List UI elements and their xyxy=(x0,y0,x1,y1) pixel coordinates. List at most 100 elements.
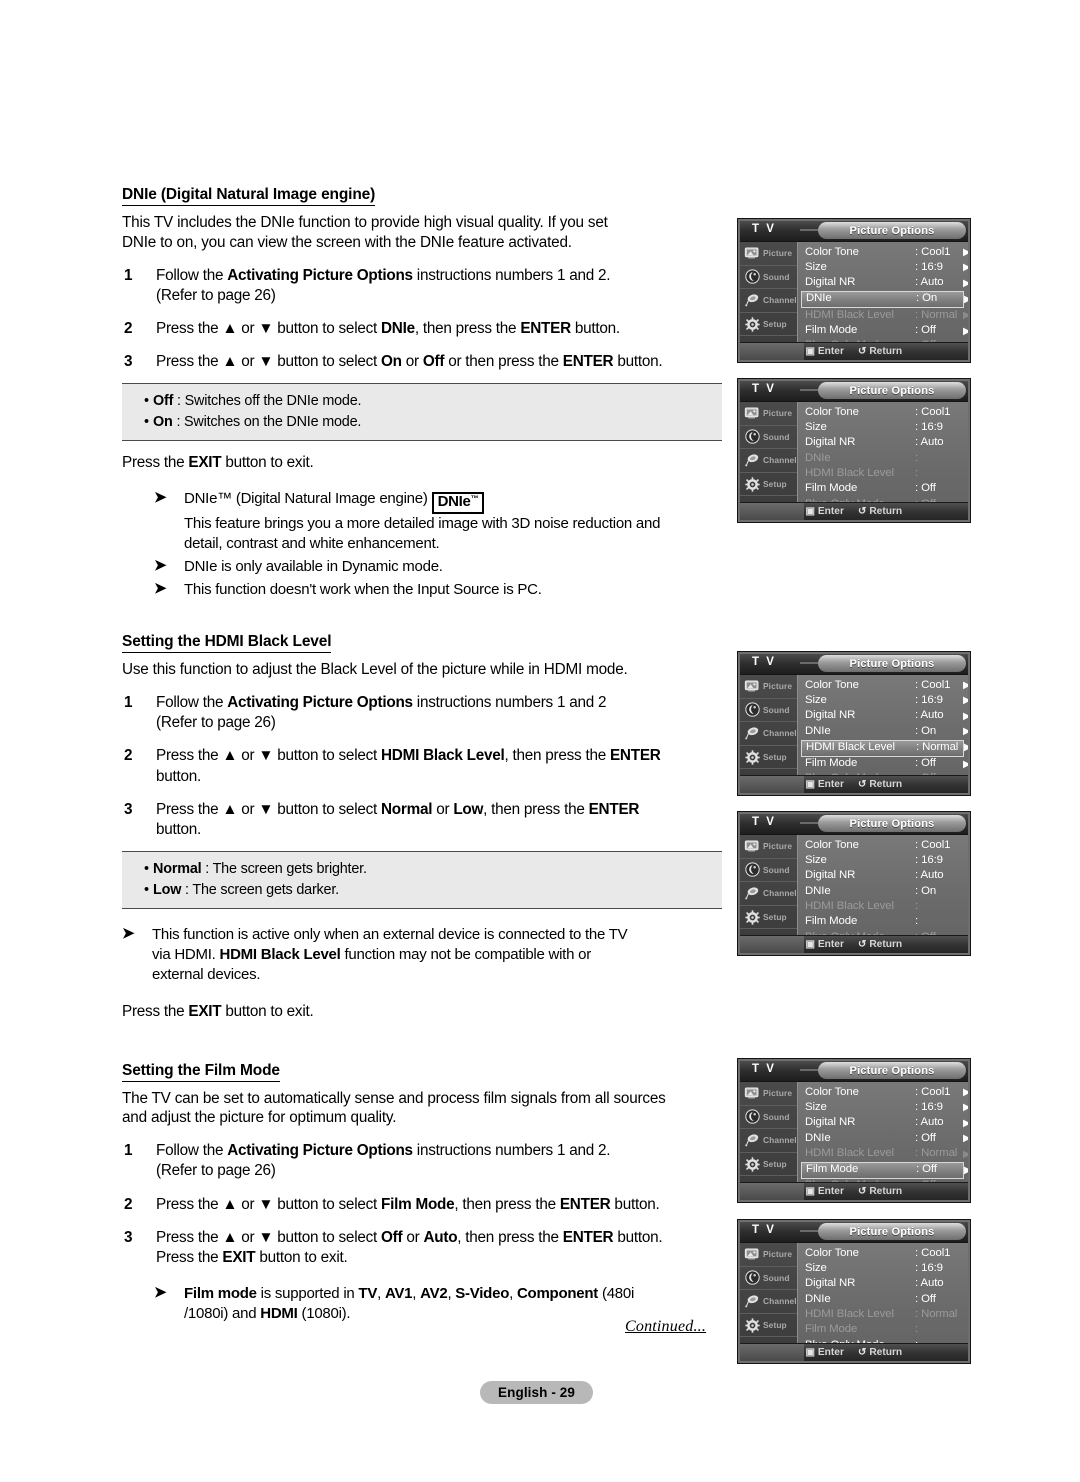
step-text: Press the ▲ or ▼ button to select xyxy=(156,800,381,818)
osd-title-bar: T V Picture Options xyxy=(740,381,968,402)
osd-menu-row-digital-nr[interactable]: Digital NR: Auto ▶ xyxy=(798,1116,968,1131)
osd-sidebar-item-setup[interactable]: Setup xyxy=(740,906,797,930)
osd-menu-row-size[interactable]: Size: 16:9 ▶ xyxy=(798,1100,968,1115)
osd-menu-row-digital-nr[interactable]: Digital NR: Auto xyxy=(798,869,968,884)
osd-menu-row-digital-nr[interactable]: Digital NR: Auto xyxy=(798,436,968,451)
osd-menu-row-hdmi-black-level[interactable]: HDMI Black Level: Normal ▶ xyxy=(798,308,968,323)
osd-sidebar-item-setup[interactable]: Setup xyxy=(740,473,797,497)
picture-icon xyxy=(744,1086,761,1101)
osd-menu-row-size[interactable]: Size: 16:9 ▶ xyxy=(798,693,968,708)
setup-icon xyxy=(744,749,761,765)
osd-menu-row-dnie[interactable]: DNIe: Off xyxy=(798,1292,968,1307)
osd-sidebar-item-sound[interactable]: Sound xyxy=(740,266,797,290)
osd-bottom-bar: ⇅Move▣Enter↺Return xyxy=(740,1182,968,1200)
osd-menu-row-size[interactable]: Size: 16:9 ▶ xyxy=(798,260,968,275)
step-text: (Refer to page 26) xyxy=(156,714,276,732)
osd-menu-row-hdmi-black-level[interactable]: HDMI Black Level: Normal xyxy=(798,1308,968,1323)
osd-menu-row-film-mode[interactable]: Film Mode: Off ▶ xyxy=(798,757,968,772)
osd-sidebar-item-channel[interactable]: Channel xyxy=(740,1290,797,1314)
osd-sidebar-item-picture[interactable]: Picture xyxy=(740,835,797,859)
osd-menu-row-hdmi-black-level[interactable]: HDMI Black Level: Normal ▶ xyxy=(798,1147,968,1162)
osd-sidebar-item-sound[interactable]: Sound xyxy=(740,426,797,450)
chevron-right-icon: ▶ xyxy=(963,1148,968,1162)
osd-sidebar-item-channel[interactable]: Channel xyxy=(740,722,797,746)
osd-sidebar-item-sound[interactable]: Sound xyxy=(740,859,797,883)
osd-menu-row-dnie[interactable]: DNIe: xyxy=(798,451,968,466)
note-text: This feature brings you a more detailed … xyxy=(184,515,661,533)
note-text: This function doesn't work when the Inpu… xyxy=(184,580,542,598)
osd-sidebar-item-picture[interactable]: Picture xyxy=(740,402,797,426)
osd-menu-row-color-tone[interactable]: Color Tone: Cool1 xyxy=(798,405,968,420)
osd-menu-row-digital-nr[interactable]: Digital NR: Auto ▶ xyxy=(798,709,968,724)
osd-sidebar-item-channel[interactable]: Channel xyxy=(740,289,797,313)
osd-menu-row-film-mode[interactable]: Film Mode: xyxy=(798,1323,968,1338)
osd-menu-label: Film Mode xyxy=(805,1323,858,1336)
osd-menu-label: Film Mode xyxy=(805,757,858,770)
osd-menu-row-color-tone[interactable]: Color Tone: Cool1 xyxy=(798,1246,968,1261)
osd-sidebar-item-picture[interactable]: Picture xyxy=(740,242,797,266)
section-film-mode: Setting the Film Mode The TV can be set … xyxy=(122,1062,722,1324)
osd-menu-row-film-mode[interactable]: Film Mode: Off ▶ xyxy=(801,1161,968,1179)
note-text: (480i xyxy=(598,1285,635,1303)
callout-desc: : The screen gets darker. xyxy=(181,881,339,898)
osd-menu-row-color-tone[interactable]: Color Tone: Cool1 ▶ xyxy=(798,245,968,260)
osd-sidebar-item-channel[interactable]: Channel xyxy=(740,1129,797,1153)
osd-menu-row-film-mode[interactable]: Film Mode: xyxy=(798,915,968,930)
osd-sidebar-item-picture[interactable]: Picture xyxy=(740,675,797,699)
return-arrow-icon: ↺ xyxy=(857,939,867,950)
osd-menu-row-dnie[interactable]: DNIe: On xyxy=(798,884,968,899)
osd-menu-row-dnie[interactable]: DNIe: On ▶ xyxy=(801,291,968,309)
osd-menu-row-film-mode[interactable]: Film Mode: Off xyxy=(798,482,968,497)
osd-menu-row-hdmi-black-level[interactable]: HDMI Black Level: Normal ▶ xyxy=(801,739,968,757)
osd-menu-row-color-tone[interactable]: Color Tone: Cool1 ▶ xyxy=(798,678,968,693)
osd-menu-row-digital-nr[interactable]: Digital NR: Auto ▶ xyxy=(798,276,968,291)
osd-sidebar-label: Picture xyxy=(763,248,793,259)
osd-menu-row-hdmi-black-level[interactable]: HDMI Black Level: xyxy=(798,467,968,482)
osd-menu-row-color-tone[interactable]: Color Tone: Cool1 ▶ xyxy=(798,1085,968,1100)
osd-sidebar-item-channel[interactable]: Channel xyxy=(740,882,797,906)
osd-sidebar-item-setup[interactable]: Setup xyxy=(740,313,797,337)
osd-menu-row-dnie[interactable]: DNIe: Off ▶ xyxy=(798,1131,968,1146)
osd-menu-value: : On xyxy=(915,724,937,737)
osd-sidebar-item-setup[interactable]: Setup xyxy=(740,746,797,770)
osd-sidebar-item-sound[interactable]: Sound xyxy=(740,699,797,723)
exit-text: Press the xyxy=(122,454,189,472)
osd-sidebar-item-sound[interactable]: Sound xyxy=(740,1267,797,1291)
return-arrow-icon: ↺ xyxy=(857,779,867,790)
osd-menu-row-size[interactable]: Size: 16:9 xyxy=(798,853,968,868)
callout-term: On xyxy=(153,413,173,430)
osd-menu-label: Digital NR xyxy=(805,1277,856,1290)
osd-sidebar-label: Setup xyxy=(763,479,787,490)
chevron-right-icon: ▶ xyxy=(963,679,968,693)
osd-bottom-strip xyxy=(740,1183,804,1200)
osd-sidebar-item-channel[interactable]: Channel xyxy=(740,449,797,473)
osd-menu-label: Size xyxy=(805,420,827,433)
step-emph: ENTER xyxy=(559,1195,611,1213)
osd-sidebar-item-setup[interactable]: Setup xyxy=(740,1314,797,1338)
osd-menu-label: DNIe xyxy=(805,451,831,464)
osd-hint-label: Enter xyxy=(817,779,844,790)
osd-menu-row-size[interactable]: Size: 16:9 xyxy=(798,1261,968,1276)
note-emph: AV2 xyxy=(420,1285,448,1303)
callout-term: Normal xyxy=(153,861,202,878)
osd-panel-panel-film-dropdown: T V Picture Options Picture Sound Channel Set… xyxy=(737,1219,971,1364)
osd-menu-row-film-mode[interactable]: Film Mode: Off ▶ xyxy=(798,324,968,339)
page-number-badge: English - 29 xyxy=(480,1381,593,1404)
osd-panel-panel-hdmi-dropdown: T V Picture Options Picture Sound Channel Set… xyxy=(737,811,971,956)
sound-icon xyxy=(744,1109,761,1125)
osd-sidebar-item-picture[interactable]: Picture xyxy=(740,1082,797,1106)
sound-icon xyxy=(744,702,761,718)
osd-menu-row-hdmi-black-level[interactable]: HDMI Black Level: xyxy=(798,900,968,915)
osd-menu-label: Size xyxy=(805,1261,827,1274)
osd-menu-row-dnie[interactable]: DNIe: On ▶ xyxy=(798,724,968,739)
osd-menu-row-size[interactable]: Size: 16:9 xyxy=(798,420,968,435)
osd-title-bar: T V Picture Options xyxy=(740,221,968,242)
chevron-right-icon: ▶ xyxy=(963,325,968,339)
osd-sidebar-item-sound[interactable]: Sound xyxy=(740,1106,797,1130)
osd-menu-label: Color Tone xyxy=(805,838,859,851)
osd-menu-row-digital-nr[interactable]: Digital NR: Auto xyxy=(798,1277,968,1292)
osd-sidebar-item-setup[interactable]: Setup xyxy=(740,1153,797,1177)
osd-menu-row-color-tone[interactable]: Color Tone: Cool1 xyxy=(798,838,968,853)
section-heading-film-mode: Setting the Film Mode xyxy=(122,1062,280,1082)
osd-sidebar-item-picture[interactable]: Picture xyxy=(740,1243,797,1267)
